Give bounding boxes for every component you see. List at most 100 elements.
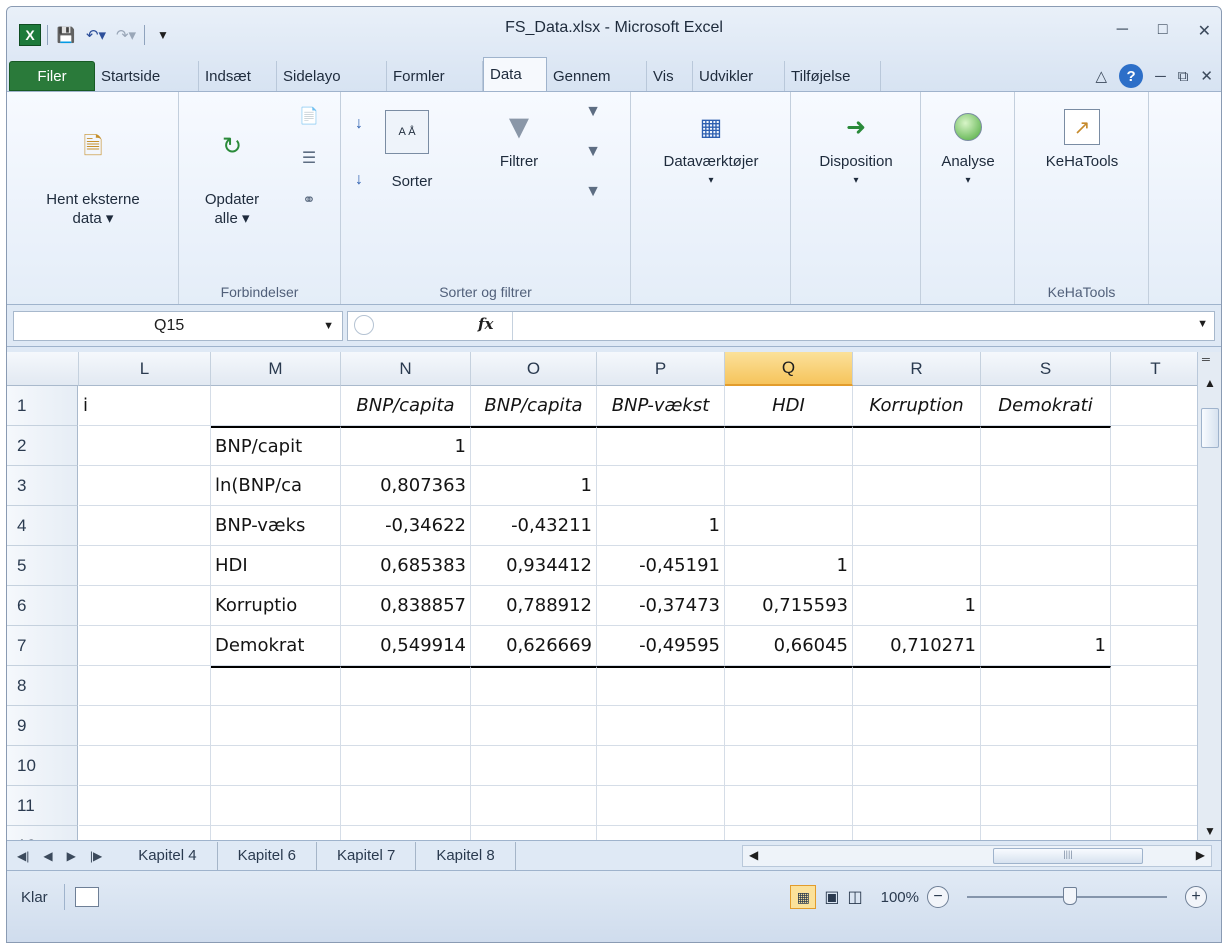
tab-data[interactable]: Data [483, 57, 547, 91]
cell-q6[interactable]: 0,715593 [725, 586, 853, 626]
cell-p12[interactable] [597, 826, 725, 840]
row-header-6[interactable]: 6 [7, 586, 78, 626]
cell-n10[interactable] [341, 746, 471, 786]
cell-t2[interactable] [1111, 426, 1197, 466]
cell-n4[interactable]: -0,34622 [341, 506, 471, 546]
cell-n7[interactable]: 0,549914 [341, 626, 471, 666]
cell-q12[interactable] [725, 826, 853, 840]
edit-links-icon[interactable]: ⚭ [297, 188, 321, 212]
cell-n9[interactable] [341, 706, 471, 746]
cell-n12[interactable] [341, 826, 471, 840]
maximize-icon[interactable]: □ [1158, 21, 1168, 41]
scroll-left-icon[interactable]: ◀ [749, 848, 758, 862]
column-header-r[interactable]: R [853, 352, 981, 386]
cell-q10[interactable] [725, 746, 853, 786]
tab-developer[interactable]: Udvikler [693, 61, 785, 91]
cell-l11[interactable] [79, 786, 211, 826]
restore-minimize-icon[interactable]: ─ [1155, 68, 1166, 85]
filter-button[interactable]: ▼ Filtrer [479, 108, 559, 171]
cell-o11[interactable] [471, 786, 597, 826]
cell-s11[interactable] [981, 786, 1111, 826]
cell-o7[interactable]: 0,626669 [471, 626, 597, 666]
cell-t8[interactable] [1111, 666, 1197, 706]
cell-o8[interactable] [471, 666, 597, 706]
cell-q5[interactable]: 1 [725, 546, 853, 586]
cell-s9[interactable] [981, 706, 1111, 746]
cell-p2[interactable] [597, 426, 725, 466]
help-icon[interactable]: ? [1119, 64, 1144, 88]
cell-r5[interactable] [853, 546, 981, 586]
horizontal-scroll-thumb[interactable]: |||| [993, 848, 1143, 864]
restore-window-icon[interactable]: ⧉ [1178, 68, 1189, 85]
horizontal-scrollbar[interactable]: ◀ |||| ▶ [742, 845, 1212, 867]
cell-t12[interactable] [1111, 826, 1197, 840]
cell-s12[interactable] [981, 826, 1111, 840]
cell-q3[interactable] [725, 466, 853, 506]
cell-t6[interactable] [1111, 586, 1197, 626]
cell-s4[interactable] [981, 506, 1111, 546]
cell-l9[interactable] [79, 706, 211, 746]
cell-r11[interactable] [853, 786, 981, 826]
chevron-down-icon[interactable]: ▼ [323, 320, 334, 332]
analysis-button[interactable]: Analyse ▾ [925, 108, 1011, 190]
cell-s1[interactable]: Demokrati [981, 386, 1111, 426]
cell-s6[interactable] [981, 586, 1111, 626]
cell-m10[interactable] [211, 746, 341, 786]
kehatools-button[interactable]: ↗ KeHaTools [1019, 108, 1145, 171]
sort-dialog-icon[interactable]: A Å [385, 110, 429, 154]
select-all-corner[interactable] [7, 352, 79, 386]
tab-insert[interactable]: Indsæt [199, 61, 277, 91]
cell-o2[interactable] [471, 426, 597, 466]
tab-add-ins[interactable]: Tilføjelse [785, 61, 881, 91]
cell-t5[interactable] [1111, 546, 1197, 586]
cell-n2[interactable]: 1 [341, 426, 471, 466]
prev-sheet-icon[interactable]: ◀ [43, 849, 52, 863]
cell-m4[interactable]: BNP-væks [211, 506, 341, 546]
cell-s10[interactable] [981, 746, 1111, 786]
cell-n6[interactable]: 0,838857 [341, 586, 471, 626]
cell-n11[interactable] [341, 786, 471, 826]
cell-o1[interactable]: BNP/capita [471, 386, 597, 426]
cell-r6[interactable]: 1 [853, 586, 981, 626]
cell-r3[interactable] [853, 466, 981, 506]
cell-m3[interactable]: ln(BNP/ca [211, 466, 341, 506]
cell-s3[interactable] [981, 466, 1111, 506]
cell-r10[interactable] [853, 746, 981, 786]
cell-n1[interactable]: BNP/capita [341, 386, 471, 426]
column-header-t[interactable]: T [1111, 352, 1197, 386]
row-header-7[interactable]: 7 [7, 626, 78, 666]
cell-t3[interactable] [1111, 466, 1197, 506]
row-header-9[interactable]: 9 [7, 706, 78, 746]
column-header-q[interactable]: Q [725, 352, 853, 386]
next-sheet-icon[interactable]: ▶ [67, 849, 76, 863]
cell-s2[interactable] [981, 426, 1111, 466]
tab-file[interactable]: Filer [9, 61, 95, 91]
properties-icon[interactable]: ☰ [297, 146, 321, 170]
clear-filter-icon[interactable]: ▼ [581, 100, 605, 124]
cell-l3[interactable] [79, 466, 211, 506]
cell-p5[interactable]: -0,45191 [597, 546, 725, 586]
cell-m2[interactable]: BNP/capit [211, 426, 341, 466]
cell-o10[interactable] [471, 746, 597, 786]
spreadsheet-grid[interactable]: L M N O P Q R S T 1 i BNP/capita BNP/capita BNP-vækst… [7, 352, 1197, 840]
zoom-slider[interactable] [967, 887, 1167, 905]
vertical-scrollbar[interactable]: ═ ▲ ▼ [1197, 352, 1221, 840]
cell-m6[interactable]: Korruptio [211, 586, 341, 626]
cell-l10[interactable] [79, 746, 211, 786]
cell-l6[interactable] [79, 586, 211, 626]
cell-p7[interactable]: -0,49595 [597, 626, 725, 666]
cell-p9[interactable] [597, 706, 725, 746]
scroll-up-icon[interactable]: ▲ [1204, 376, 1216, 390]
name-box[interactable]: Q15 ▼ [13, 311, 343, 341]
get-external-data-button[interactable]: 🗎 Hent eksterne data ▾ [11, 108, 175, 228]
cell-m11[interactable] [211, 786, 341, 826]
column-header-o[interactable]: O [471, 352, 597, 386]
reapply-filter-icon[interactable]: ▼ [581, 140, 605, 164]
cell-q11[interactable] [725, 786, 853, 826]
column-header-l[interactable]: L [79, 352, 211, 386]
cell-q4[interactable] [725, 506, 853, 546]
cell-p11[interactable] [597, 786, 725, 826]
row-header-5[interactable]: 5 [7, 546, 78, 586]
cell-o3[interactable]: 1 [471, 466, 597, 506]
sheet-tab-kapitel-8[interactable]: Kapitel 8 [416, 841, 516, 870]
